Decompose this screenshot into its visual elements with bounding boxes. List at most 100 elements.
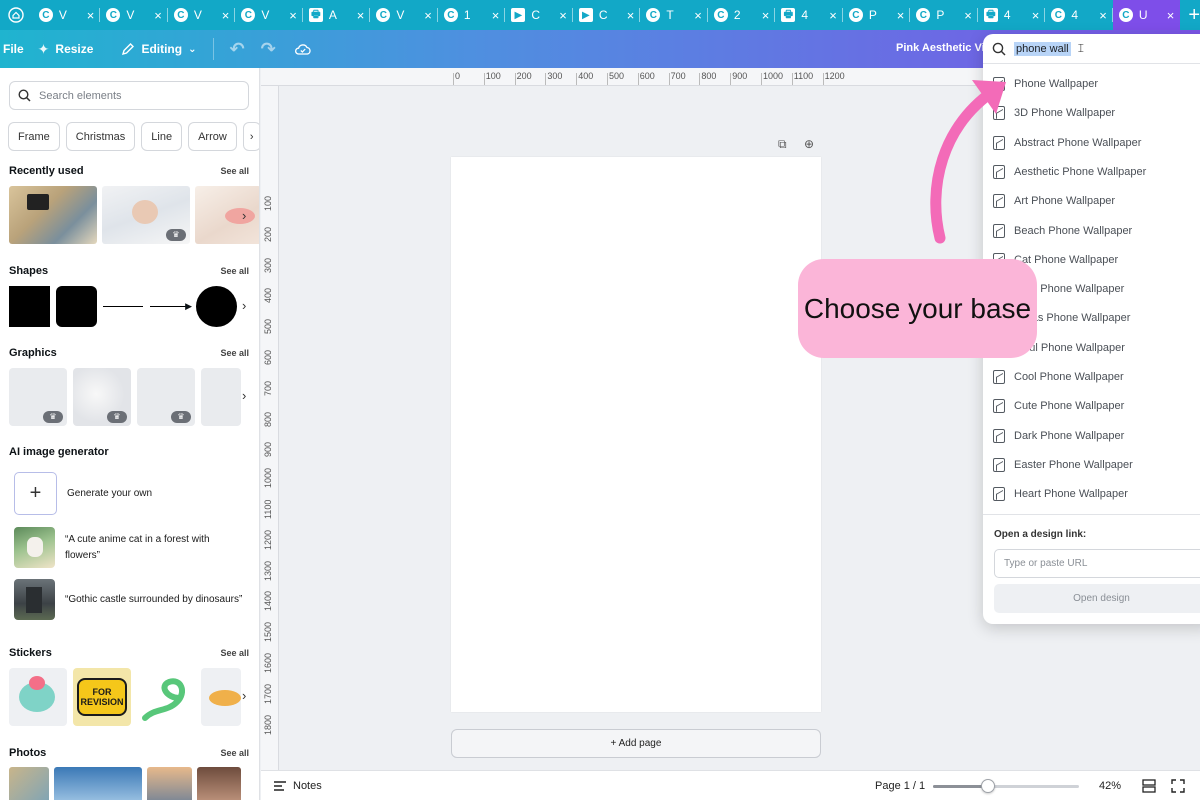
graphic-thumb[interactable]: ♛ [9,368,67,426]
ai-prompt-item[interactable]: “Gothic castle surrounded by dinosaurs” [14,579,244,620]
search-suggestion[interactable]: Easter Phone Wallpaper [993,455,1133,475]
close-tab-icon[interactable]: × [289,8,297,23]
sticker-thumb[interactable] [137,668,195,726]
design-page[interactable] [451,157,821,712]
close-tab-icon[interactable]: × [154,8,162,23]
browser-tab[interactable]: C V × [168,0,236,30]
undo-icon[interactable]: ↶ [230,39,245,60]
close-tab-icon[interactable]: × [87,8,95,23]
chip-christmas[interactable]: Christmas [65,122,136,151]
design-search-field[interactable]: phone wall 𝙸 [983,34,1200,64]
sticker-thumb[interactable] [201,668,241,726]
search-suggestion[interactable]: Aesthetic Phone Wallpaper [993,162,1146,182]
ai-prompt-item[interactable]: “A cute anime cat in a forest with flowe… [14,527,244,568]
notes-button[interactable]: Notes [273,780,322,792]
close-tab-icon[interactable]: × [222,8,230,23]
chip-line[interactable]: Line [141,122,183,151]
fullscreen-icon[interactable] [1171,779,1185,793]
editing-mode-dropdown[interactable]: Editing ⌄ [121,42,197,56]
browser-tab[interactable]: 🖶 A × [303,0,371,30]
browser-tab[interactable]: C P × [910,0,978,30]
graphic-thumb[interactable] [201,368,241,426]
zoom-slider[interactable] [933,779,1079,793]
close-tab-icon[interactable]: × [694,8,702,23]
sticker-for-revision[interactable]: FOR REVISION [73,668,131,726]
search-suggestion[interactable]: Dark Phone Wallpaper [993,426,1124,446]
file-menu[interactable]: File [3,42,24,56]
page-indicator[interactable]: Page 1 / 1 [875,780,925,792]
circle-shape[interactable] [196,286,237,327]
recent-thumb-map[interactable] [9,186,97,244]
search-suggestion[interactable]: Art Phone Wallpaper [993,191,1115,211]
sticker-thumb[interactable] [9,668,67,726]
see-all-link[interactable]: See all [220,266,249,276]
close-tab-icon[interactable]: × [627,8,635,23]
close-tab-icon[interactable]: × [762,8,770,23]
chevron-right-icon[interactable]: › [242,298,246,313]
see-all-link[interactable]: See all [220,648,249,658]
browser-tab[interactable]: ▶ C × [505,0,573,30]
close-tab-icon[interactable]: × [964,8,972,23]
rounded-square-shape[interactable] [56,286,97,327]
open-design-button[interactable]: Open design [994,584,1200,613]
graphic-thumb[interactable]: ♛ [137,368,195,426]
close-tab-icon[interactable]: × [897,8,905,23]
browser-tab[interactable]: ▶ C × [573,0,641,30]
close-tab-icon[interactable]: × [492,8,500,23]
design-url-input[interactable] [994,549,1200,578]
browser-tab[interactable]: C P × [843,0,911,30]
document-title[interactable]: Pink Aesthetic Vi [896,42,985,54]
browser-tab[interactable]: C 2 × [708,0,776,30]
cloud-save-icon[interactable] [294,42,312,56]
see-all-link[interactable]: See all [220,348,249,358]
close-tab-icon[interactable]: × [424,8,432,23]
chevron-right-icon[interactable]: › [242,122,259,151]
close-tab-icon[interactable]: × [559,8,567,23]
photo-thumb[interactable] [54,767,142,800]
search-suggestion[interactable]: Cool Phone Wallpaper [993,367,1124,387]
close-tab-icon[interactable]: × [1032,8,1040,23]
elements-search[interactable] [9,81,249,110]
close-tab-icon[interactable]: × [829,8,837,23]
duplicate-page-icon[interactable]: ⧉ [778,137,787,152]
search-suggestion[interactable]: Cute Phone Wallpaper [993,396,1124,416]
zoom-level[interactable]: 42% [1099,780,1121,792]
chip-arrow[interactable]: Arrow [188,122,237,151]
photo-thumb[interactable] [147,767,192,800]
chip-frame[interactable]: Frame [8,122,60,151]
close-tab-icon[interactable]: × [357,8,365,23]
redo-icon[interactable]: ↷ [261,39,276,60]
photo-thumb[interactable] [9,767,49,800]
zoom-slider-handle[interactable] [981,779,996,793]
search-suggestion[interactable]: Beach Phone Wallpaper [993,221,1132,241]
browser-tab[interactable]: C T × [640,0,708,30]
recent-thumb-cafe[interactable] [195,186,259,244]
see-all-link[interactable]: See all [220,748,249,758]
close-tab-icon[interactable]: × [1167,8,1175,23]
recent-thumb-photo[interactable]: ♛ [102,186,190,244]
photo-thumb[interactable] [197,767,241,800]
generate-your-own-button[interactable]: + Generate your own [14,472,244,515]
browser-tab[interactable]: C V × [370,0,438,30]
chevron-right-icon[interactable]: › [242,208,246,223]
search-query-text[interactable]: phone wall [1014,41,1071,56]
search-suggestion[interactable]: Abstract Phone Wallpaper [993,133,1141,153]
square-shape[interactable] [9,286,50,327]
search-suggestion[interactable]: 3D Phone Wallpaper [993,103,1115,123]
arrow-line-shape[interactable]: ▶ [150,301,192,311]
browser-tab[interactable]: C U × [1112,0,1181,30]
chevron-right-icon[interactable]: › [242,388,246,403]
line-shape[interactable] [103,306,143,307]
close-tab-icon[interactable]: × [1099,8,1107,23]
new-tab-button[interactable]: + [1188,4,1200,27]
see-all-link[interactable]: See all [220,166,249,176]
grid-view-icon[interactable] [1142,779,1156,793]
browser-tab[interactable]: C V × [33,0,101,30]
browser-tab[interactable]: C 1 × [438,0,506,30]
browser-tab[interactable]: 🖶 4 × [978,0,1046,30]
graphic-thumb[interactable]: ♛ [73,368,131,426]
home-icon[interactable] [0,0,33,30]
browser-tab[interactable]: C V × [235,0,303,30]
search-input[interactable] [39,89,229,102]
search-suggestion[interactable]: Heart Phone Wallpaper [993,484,1128,504]
